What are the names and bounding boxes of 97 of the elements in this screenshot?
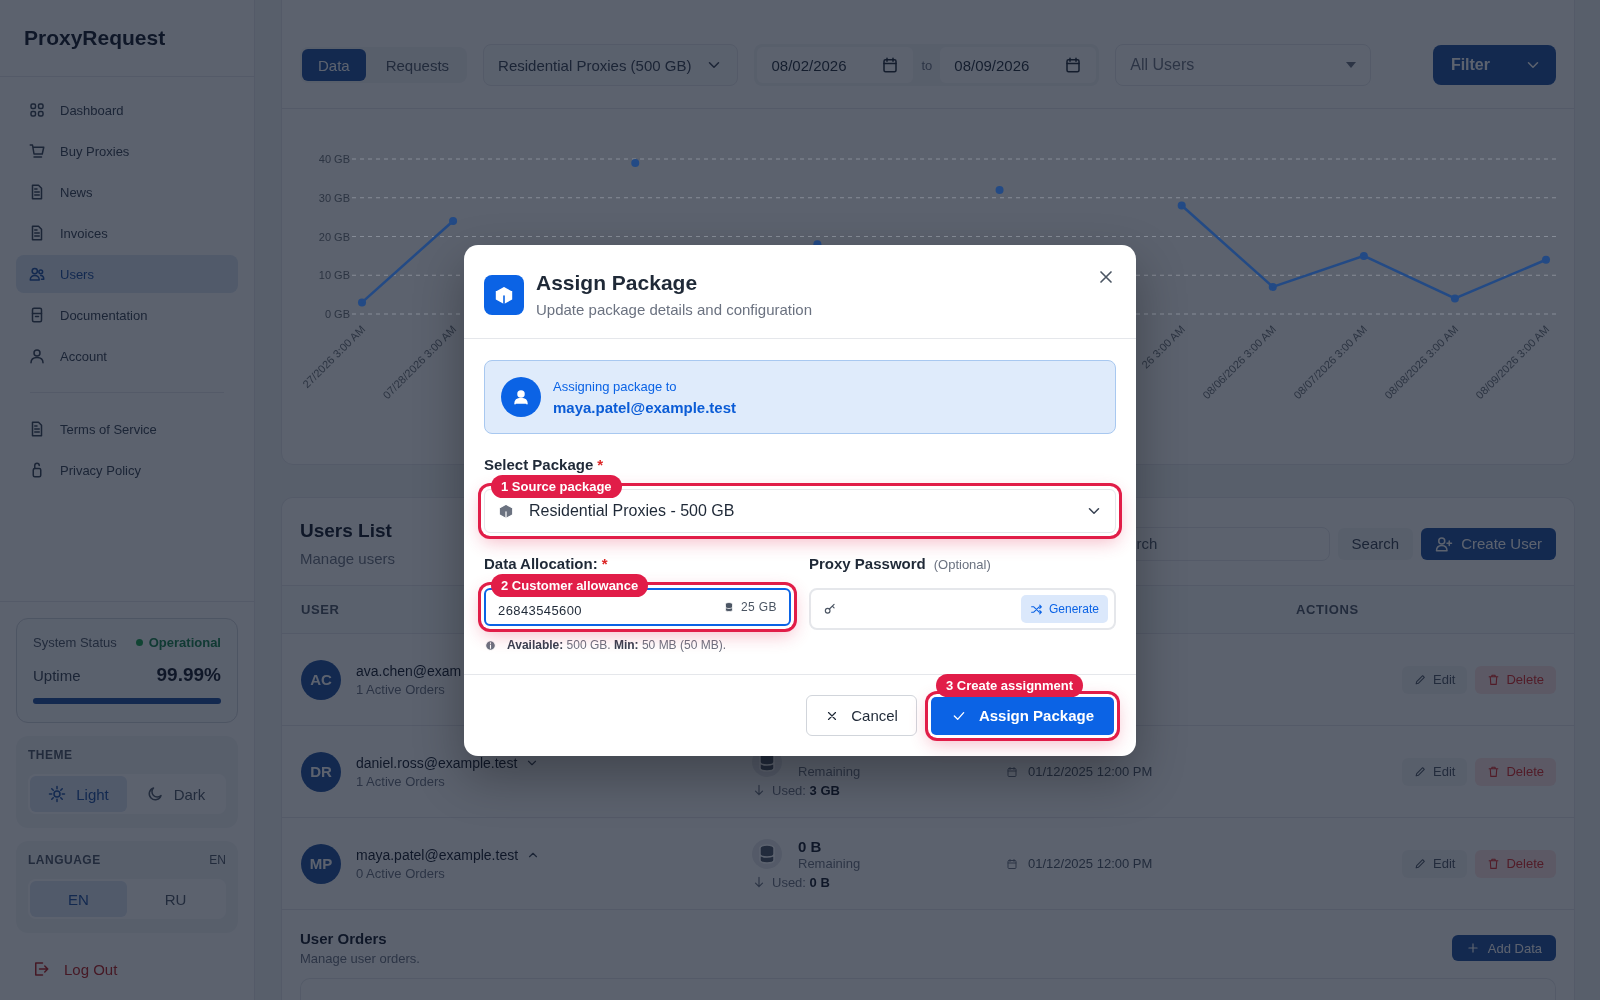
- delete-button[interactable]: Delete: [1475, 665, 1556, 694]
- search-button[interactable]: Search: [1337, 527, 1414, 560]
- assignee-label: Assigning package to: [553, 378, 678, 394]
- remaining-value: 0 B: [798, 837, 823, 856]
- nav-item[interactable]: Account: [16, 337, 238, 375]
- user-email: ava.chen@exam: [356, 662, 462, 679]
- shuffle-icon: [1029, 602, 1043, 616]
- user-email: maya.patel@example.test: [356, 846, 519, 863]
- nav-item[interactable]: Buy Proxies: [16, 132, 238, 170]
- plus-icon: [1465, 941, 1480, 955]
- nav-item[interactable]: Users: [16, 255, 238, 293]
- avatar: AC: [301, 659, 341, 700]
- avatar: MP: [301, 843, 341, 884]
- users-icon: [28, 265, 46, 283]
- trash-icon: [1487, 673, 1501, 686]
- language-option[interactable]: EN: [30, 881, 127, 917]
- nav-item[interactable]: News: [16, 173, 238, 211]
- uptime-label: Uptime: [33, 666, 81, 684]
- add-user-icon: [1435, 534, 1454, 553]
- date-field[interactable]: 08/09/2026: [940, 47, 1097, 83]
- assignee-email: maya.patel@example.test: [553, 398, 737, 416]
- optional-note: (Optional): [933, 557, 991, 572]
- calendar-icon: [1006, 857, 1018, 870]
- pencil-icon: [1414, 673, 1427, 686]
- data-point: [995, 186, 1004, 194]
- package-select[interactable]: Residential Proxies (500 GB): [483, 44, 739, 86]
- nav-item[interactable]: Privacy Policy: [16, 451, 238, 489]
- cart-icon: [28, 142, 46, 160]
- user-email: daniel.ross@example.test: [356, 754, 518, 771]
- person-icon: [512, 388, 530, 406]
- calendar-icon: [1064, 56, 1083, 74]
- generate-button[interactable]: Generate: [1020, 595, 1108, 623]
- trash-icon: [1487, 765, 1501, 778]
- pencil-icon: [1414, 857, 1427, 870]
- password-field[interactable]: Generate: [809, 588, 1116, 630]
- nav-item[interactable]: Invoices: [16, 214, 238, 252]
- status-value: Operational: [135, 635, 221, 650]
- data-point: [631, 158, 640, 167]
- date-field[interactable]: 08/02/2026: [757, 47, 914, 83]
- calendar-icon: [1006, 765, 1018, 778]
- unit-label: 25 GB: [740, 600, 777, 614]
- nav-item[interactable]: Dashboard: [16, 91, 238, 129]
- data-point: [1542, 255, 1550, 264]
- date-text: 01/12/2025 12:00 PM: [1028, 856, 1153, 871]
- column-header: USER: [301, 602, 340, 617]
- data-point: [1177, 201, 1186, 210]
- database-icon: [722, 601, 735, 613]
- arrow-down-icon: [752, 875, 766, 889]
- dashboard-icon: [28, 101, 46, 119]
- add-data-button[interactable]: Add Data: [1451, 935, 1556, 961]
- delete-button[interactable]: Delete: [1475, 757, 1556, 786]
- data-point: [1359, 251, 1368, 260]
- app-logo-text: ProxyRequest: [24, 26, 166, 50]
- pencil-icon: [1414, 765, 1427, 778]
- data-point: [358, 298, 366, 307]
- theme-option[interactable]: Light: [30, 776, 127, 812]
- data-point: [1268, 282, 1277, 291]
- theme-option[interactable]: Dark: [127, 776, 224, 812]
- field-label: Select Package: [484, 456, 594, 473]
- logout-link[interactable]: Log Out: [16, 946, 238, 982]
- nav-item[interactable]: Terms of Service: [16, 410, 238, 448]
- database-icon: [752, 839, 782, 869]
- trash-icon: [1487, 857, 1501, 870]
- calendar-icon: [881, 56, 900, 74]
- column-header: ACTIONS: [1296, 602, 1359, 617]
- step-callout: 3 Create assignment: [935, 673, 1084, 697]
- allocation-hint: Available: 500 GB. Min: 50 MB (50 MB).: [507, 638, 726, 652]
- field-label: Data Allocation:: [484, 555, 598, 572]
- cancel-button[interactable]: Cancel: [806, 695, 917, 736]
- data-point: [449, 217, 458, 225]
- create-user-button[interactable]: Create User: [1421, 527, 1556, 560]
- logout-icon: [32, 960, 50, 978]
- step-callout: 2 Customer allowance: [491, 574, 649, 597]
- nav-item[interactable]: Documentation: [16, 296, 238, 334]
- field-label: Proxy Password: [809, 555, 926, 572]
- modal-title: Assign Package: [536, 271, 699, 295]
- person-icon: [28, 347, 46, 365]
- required-mark: *: [597, 456, 604, 473]
- box-icon: [497, 502, 515, 520]
- language-option[interactable]: RU: [127, 881, 224, 917]
- info-icon: [484, 638, 497, 652]
- data-point: [1450, 294, 1459, 303]
- filter-button[interactable]: Filter: [1432, 45, 1556, 85]
- sun-icon: [48, 785, 67, 803]
- delete-button[interactable]: Delete: [1475, 849, 1556, 878]
- assign-package-button[interactable]: Assign Package: [930, 696, 1114, 735]
- modal-subtitle: Update package details and configuration: [536, 301, 813, 318]
- uptime-value: 99.99%: [156, 664, 221, 686]
- tab[interactable]: Data: [302, 49, 366, 81]
- status-label: System Status: [33, 635, 117, 650]
- section-title: Users List: [300, 520, 393, 542]
- arrow-down-icon: [752, 783, 766, 797]
- step-callout: 1 Source package: [491, 475, 622, 498]
- avatar: DR: [301, 751, 341, 792]
- required-mark: *: [601, 555, 608, 572]
- section-title: User Orders: [300, 930, 388, 947]
- key-icon: [823, 602, 837, 616]
